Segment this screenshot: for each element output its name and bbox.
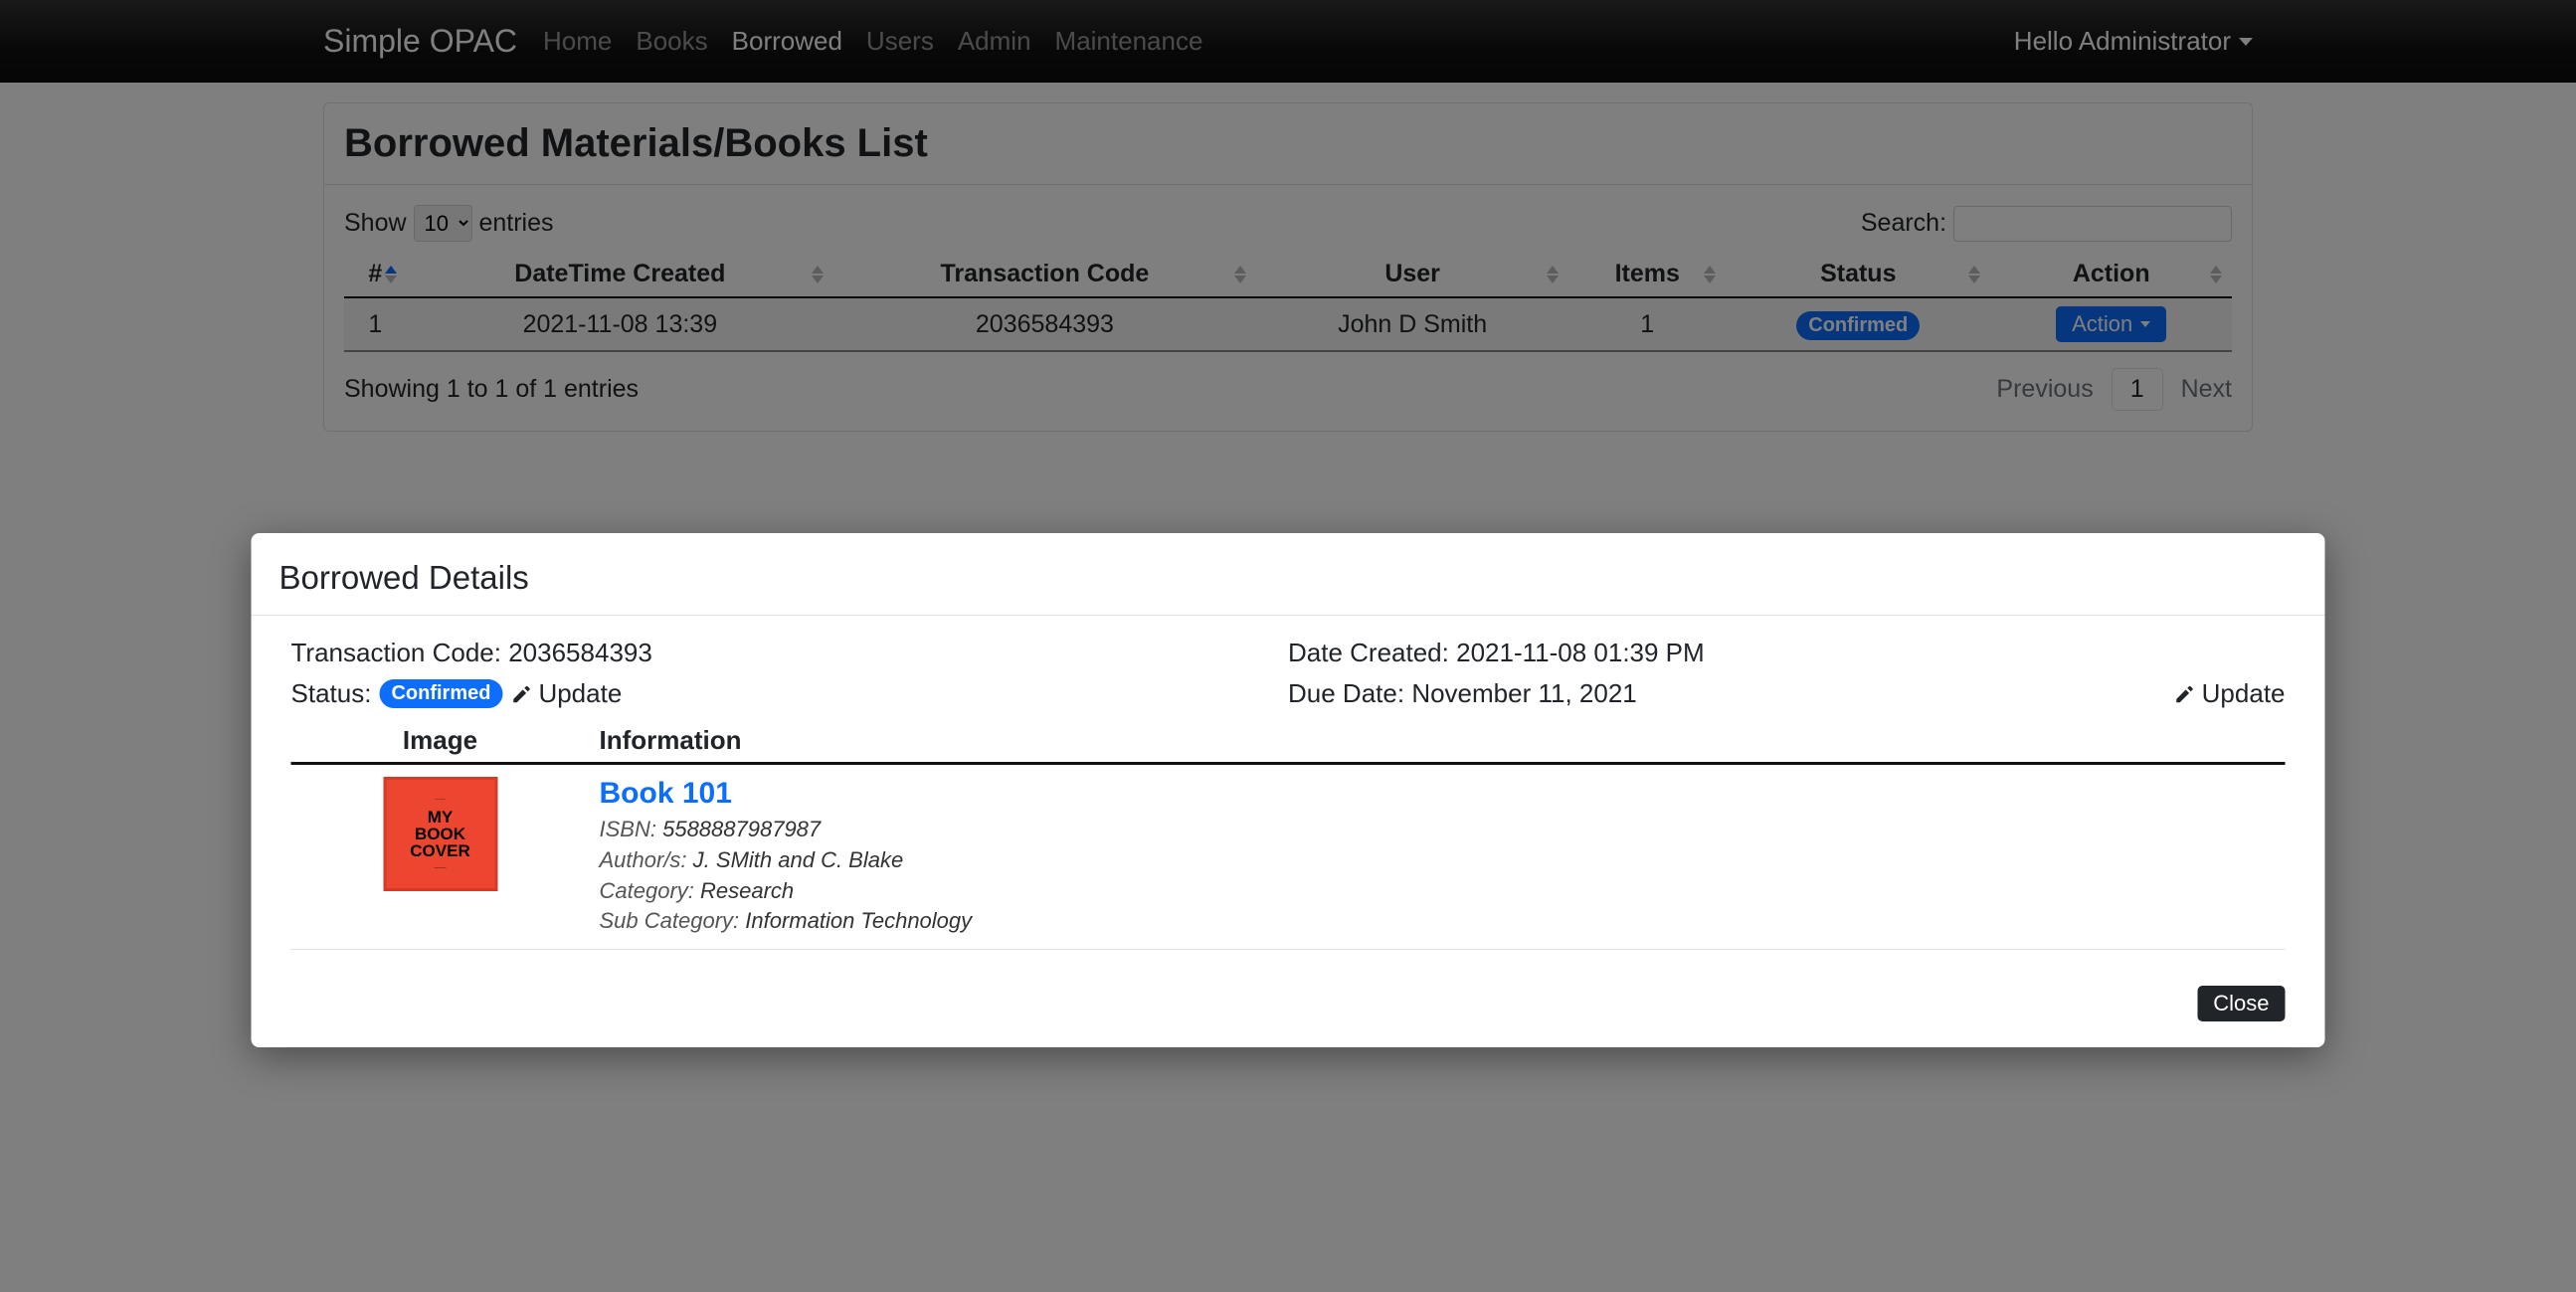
borrowed-details-modal: Borrowed Details Transaction Code: 20365… bbox=[252, 533, 2325, 1047]
date-created-label: Date Created: bbox=[1288, 638, 1449, 667]
col-information: Information bbox=[590, 719, 2286, 764]
subcategory-label: Sub Category: bbox=[600, 908, 740, 933]
category-value: Research bbox=[700, 878, 794, 903]
modal-title: Borrowed Details bbox=[279, 559, 2298, 597]
details-table: Image Information —— MYBOOKCOVER —— bbox=[291, 719, 2286, 950]
isbn-value: 5588887987987 bbox=[662, 817, 821, 841]
authors-label: Author/s: bbox=[600, 847, 687, 872]
status-label: Status: bbox=[291, 678, 372, 709]
category-label: Category: bbox=[600, 878, 694, 903]
status-badge: Confirmed bbox=[379, 679, 502, 708]
edit-icon bbox=[2174, 683, 2196, 705]
col-image: Image bbox=[291, 719, 590, 764]
edit-icon bbox=[510, 683, 532, 705]
close-button[interactable]: Close bbox=[2197, 986, 2285, 1021]
book-title[interactable]: Book 101 bbox=[600, 777, 2276, 811]
update-due-link[interactable]: Update bbox=[2174, 678, 2286, 709]
subcategory-value: Information Technology bbox=[745, 908, 972, 933]
update-status-link[interactable]: Update bbox=[510, 678, 622, 709]
txn-code-label: Transaction Code: bbox=[291, 638, 501, 667]
book-cover-icon: —— MYBOOKCOVER —— bbox=[383, 777, 497, 891]
cell-image: —— MYBOOKCOVER —— bbox=[291, 764, 590, 950]
detail-row: —— MYBOOKCOVER —— Book 101 ISBN: 5588887… bbox=[291, 764, 2286, 950]
authors-value: J. SMith and C. Blake bbox=[693, 847, 904, 872]
isbn-label: ISBN: bbox=[600, 817, 656, 841]
due-date-label: Due Date: bbox=[1288, 678, 1404, 708]
cell-info: Book 101 ISBN: 5588887987987 Author/s: J… bbox=[590, 764, 2286, 950]
due-date-value: November 11, 2021 bbox=[1411, 678, 1636, 708]
date-created-value: 2021-11-08 01:39 PM bbox=[1456, 638, 1705, 667]
txn-code-value: 2036584393 bbox=[508, 638, 652, 667]
